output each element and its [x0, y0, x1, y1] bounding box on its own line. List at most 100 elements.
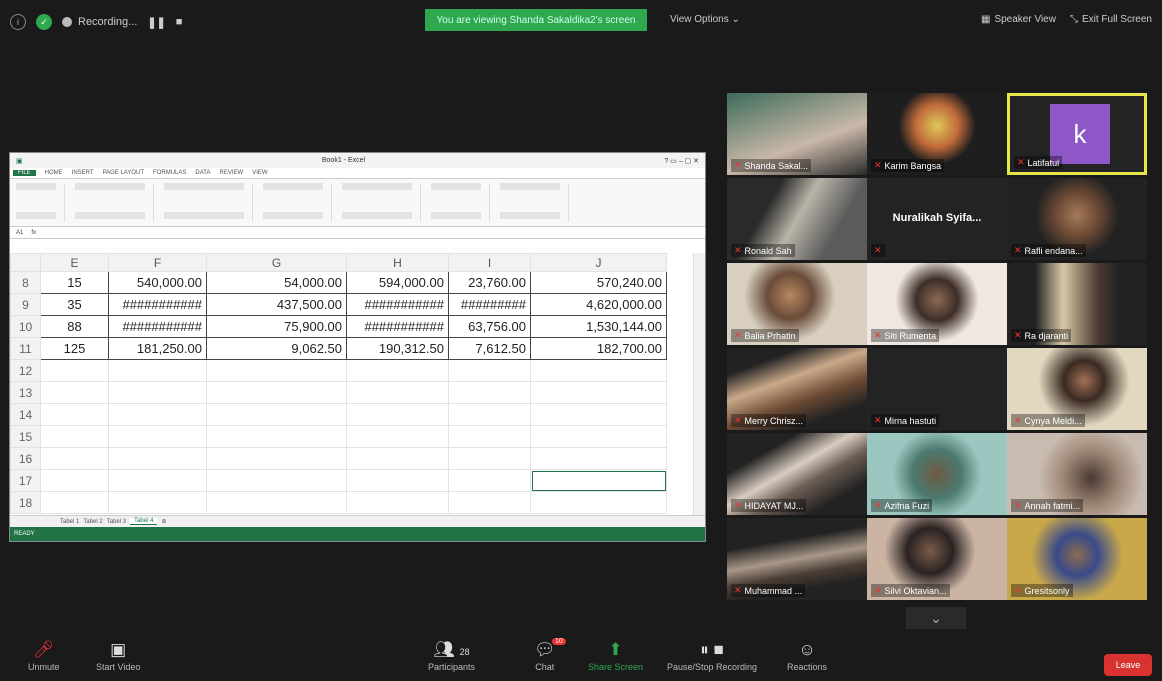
editing-group[interactable]	[500, 183, 569, 222]
name-box[interactable]: A1	[16, 230, 23, 236]
participant-tile[interactable]: ✕ Azifna Fuzi	[867, 433, 1007, 515]
row-header[interactable]: 9	[10, 293, 41, 316]
cell[interactable]: 181,250.00	[108, 337, 207, 360]
cells-group[interactable]	[431, 183, 490, 222]
clipboard-group[interactable]	[16, 183, 65, 222]
row-header[interactable]: 14	[10, 403, 41, 426]
participant-tile[interactable]: ✕ Siti Rumenta	[867, 263, 1007, 345]
cell[interactable]: 63,756.00	[448, 315, 531, 338]
chat-button[interactable]: 💬︎ 10 Chat	[534, 638, 566, 672]
cell[interactable]: ###########	[346, 293, 449, 316]
cell[interactable]: ###########	[108, 293, 207, 316]
pause-recording-icon[interactable]: ❚❚	[147, 16, 165, 29]
cell[interactable]: ###########	[346, 315, 449, 338]
cell[interactable]: ###########	[108, 315, 207, 338]
tab-insert[interactable]: INSERT	[72, 170, 94, 176]
participant-tile[interactable]: ✕ Cynya Meldi...	[1007, 348, 1147, 430]
participant-tile[interactable]: ✕ Gresitsonly	[1007, 518, 1147, 600]
cell[interactable]: #########	[448, 293, 531, 316]
window-controls[interactable]: ? ▭ – ▢ ✕	[664, 157, 705, 165]
row-header[interactable]: 17	[10, 469, 41, 492]
unmute-button[interactable]: 🎤︎ Unmute	[28, 640, 60, 672]
participants-button[interactable]: 👥︎ 28 Participants	[428, 640, 475, 672]
participant-tile[interactable]: ✕ Ronald Sah	[727, 178, 867, 260]
cell[interactable]: 9,062.50	[206, 337, 347, 360]
cell[interactable]: 594,000.00	[346, 271, 449, 294]
selected-cell[interactable]	[530, 469, 667, 492]
info-icon[interactable]: i	[10, 14, 26, 30]
cell[interactable]: 570,240.00	[530, 271, 667, 294]
column-header[interactable]: H	[346, 253, 449, 272]
sheet-tab[interactable]: Tabel 2	[83, 519, 102, 525]
tab-review[interactable]: REVIEW	[220, 170, 244, 176]
participant-tile[interactable]: ✕ Balia Prhatin	[727, 263, 867, 345]
cell[interactable]: 182,700.00	[530, 337, 667, 360]
participant-tile[interactable]: ✕ Merry Chrisz...	[727, 348, 867, 430]
row-header[interactable]: 13	[10, 381, 41, 404]
row-header[interactable]: 11	[10, 337, 41, 360]
column-header[interactable]: F	[108, 253, 207, 272]
cell[interactable]: 35	[40, 293, 109, 316]
row-header[interactable]: 8	[10, 271, 41, 294]
sheet-tab[interactable]: Tabel 1	[60, 519, 79, 525]
column-header[interactable]: I	[448, 253, 531, 272]
share-screen-button[interactable]: ⬆ Share Screen	[588, 640, 643, 672]
tab-formulas[interactable]: FORMULAS	[153, 170, 186, 176]
corner-cell[interactable]	[10, 253, 41, 272]
shield-icon[interactable]: ✓	[36, 14, 52, 30]
styles-group[interactable]	[342, 183, 421, 222]
tab-file[interactable]: FILE	[13, 170, 36, 176]
spreadsheet-grid[interactable]: E F G H I J 8 15 540,000.00 54,000.00 59…	[10, 253, 695, 516]
font-group[interactable]	[75, 183, 154, 222]
participant-tile[interactable]: ✕ Ra djaranti	[1007, 263, 1147, 345]
column-header[interactable]: J	[530, 253, 667, 272]
participant-tile[interactable]: ✕ Annah fatmi...	[1007, 433, 1147, 515]
exit-full-screen-button[interactable]: ⤡ Exit Full Screen	[1070, 14, 1152, 25]
vertical-scrollbar[interactable]	[693, 253, 705, 516]
participant-tile[interactable]: Nuralikah Syifa... ✕	[867, 178, 1007, 260]
participant-tile[interactable]: ✕ HIDAYAT MJ...	[727, 433, 867, 515]
participant-tile[interactable]: ✕ Mirna hastuti	[867, 348, 1007, 430]
cell[interactable]: 437,500.00	[206, 293, 347, 316]
participant-tile-active-speaker[interactable]: k ✕ Latifatul	[1007, 93, 1147, 175]
stop-recording-icon[interactable]: ■	[176, 16, 183, 28]
tab-data[interactable]: DATA	[195, 170, 210, 176]
start-video-button[interactable]: ▣ Start Video	[96, 640, 140, 672]
participant-tile[interactable]: ✕ Shanda Sakal...	[727, 93, 867, 175]
row-header[interactable]: 10	[10, 315, 41, 338]
alignment-group[interactable]	[164, 183, 253, 222]
formula-bar[interactable]: A1 fx	[10, 227, 705, 239]
participant-tile[interactable]: ✕ Silvi Oktavian...	[867, 518, 1007, 600]
cell[interactable]: 7,612.50	[448, 337, 531, 360]
cell[interactable]: 540,000.00	[108, 271, 207, 294]
tab-home[interactable]: HOME	[45, 170, 63, 176]
sheet-tab[interactable]: Tabel 3	[107, 519, 126, 525]
cell[interactable]: 23,760.00	[448, 271, 531, 294]
row-header[interactable]: 18	[10, 491, 41, 514]
cell[interactable]: 1,530,144.00	[530, 315, 667, 338]
cell[interactable]: 125	[40, 337, 109, 360]
leave-button[interactable]: Leave	[1104, 654, 1152, 676]
participant-tile[interactable]: ✕ Rafli endana...	[1007, 178, 1147, 260]
pause-stop-recording-button[interactable]: ⏸ ■ Pause/Stop Recording	[667, 640, 757, 672]
reactions-button[interactable]: ☺ Reactions	[787, 640, 827, 672]
row-header[interactable]: 16	[10, 447, 41, 470]
number-group[interactable]	[263, 183, 332, 222]
tab-view[interactable]: VIEW	[252, 170, 267, 176]
column-header[interactable]: G	[206, 253, 347, 272]
cell[interactable]: 54,000.00	[206, 271, 347, 294]
cell[interactable]: 88	[40, 315, 109, 338]
gallery-next-page-button[interactable]: ⌄	[906, 607, 966, 629]
speaker-view-button[interactable]: ▦ Speaker View	[981, 14, 1056, 25]
participant-tile[interactable]: ✕ Muhammad ...	[727, 518, 867, 600]
column-header[interactable]: E	[40, 253, 109, 272]
view-options-button[interactable]: View Options ⌄	[670, 14, 740, 25]
add-sheet-icon[interactable]: ⊕	[161, 518, 166, 525]
participant-tile[interactable]: ✕ Karim Bangsa	[867, 93, 1007, 175]
cell[interactable]: 15	[40, 271, 109, 294]
row-header[interactable]: 15	[10, 425, 41, 448]
cell[interactable]: 75,900.00	[206, 315, 347, 338]
cell[interactable]: 190,312.50	[346, 337, 449, 360]
tab-page-layout[interactable]: PAGE LAYOUT	[103, 170, 144, 176]
sheet-tab-active[interactable]: Tabel 4	[130, 518, 158, 525]
